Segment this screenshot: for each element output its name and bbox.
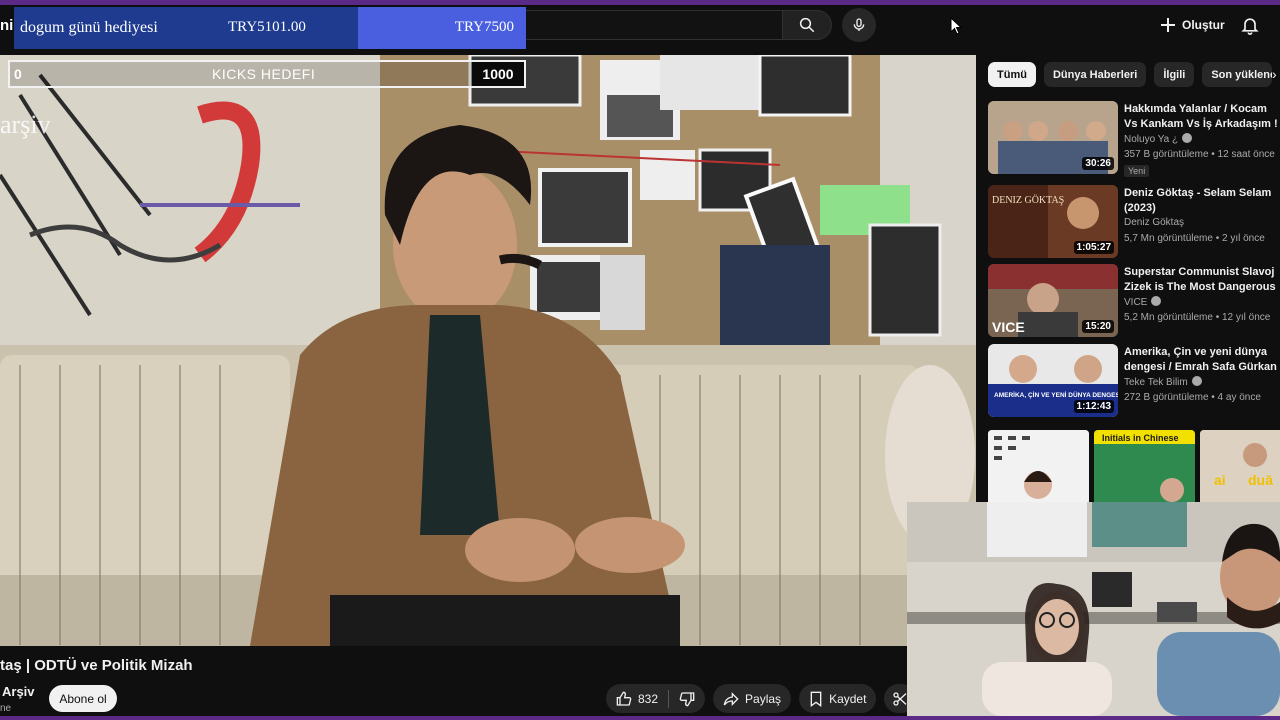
- short-thumbnail[interactable]: [988, 430, 1089, 505]
- dislike-button[interactable]: [669, 684, 705, 713]
- video-meta: 272 B görüntüleme • 4 ay önce: [1124, 392, 1261, 403]
- search-icon: [799, 17, 815, 33]
- video-actions: 832 Paylaş Kaydet: [606, 684, 917, 714]
- channel-name[interactable]: Teke Tek Bilim: [1124, 376, 1202, 388]
- goal-current-amount: TRY5101.00: [228, 19, 306, 35]
- video-title[interactable]: Deniz Göktaş - Selam Selam (2023): [1124, 186, 1280, 216]
- recommendation-item[interactable]: 30:26 Hakkımda Yalanlar / Kocam Vs Kanka…: [988, 101, 1280, 177]
- goal-title: dogum günü hediyesi: [20, 19, 158, 36]
- recommendation-item[interactable]: VICE 15:20 Superstar Communist Slavoj Zi…: [988, 264, 1280, 340]
- channel-label: VICE: [1124, 297, 1148, 308]
- short-image: [988, 430, 1089, 505]
- short-thumbnail[interactable]: Initials in Chinese: [1094, 430, 1195, 505]
- mic-icon: [853, 18, 865, 31]
- search-input[interactable]: [510, 10, 782, 40]
- video-title: taş | ODTÜ ve Politik Mizah: [0, 657, 193, 674]
- webcam-image: [907, 502, 1280, 716]
- goal-target-amount: TRY7500: [454, 19, 514, 35]
- short-thumbnail[interactable]: ai duā: [1200, 430, 1280, 505]
- channel-label: Noluyo Ya ¿: [1124, 134, 1179, 145]
- share-label: Paylaş: [745, 691, 782, 706]
- donation-goal-banner: dogum günü hediyesi TRY5101.00 TRY7500: [14, 7, 526, 49]
- video-meta: 357 B görüntüleme • 12 saat önce: [1124, 149, 1275, 160]
- channel-name[interactable]: VICE: [1124, 296, 1162, 308]
- kicks-goal-bar: 0 KICKS HEDEFI 1000: [8, 60, 526, 88]
- video-duration: 30:26: [1082, 157, 1114, 170]
- video-title[interactable]: Superstar Communist Slavoj Zizek is The …: [1124, 265, 1280, 295]
- kicks-current: 0: [14, 66, 22, 82]
- kicks-max: 1000: [472, 62, 524, 86]
- verified-icon: [1182, 133, 1193, 143]
- video-duration: 1:12:43: [1073, 400, 1114, 413]
- screen: ni Oluştur arşiv dogum günü hediyesi TRY…: [0, 0, 1280, 720]
- verified-icon: [1151, 296, 1162, 306]
- plus-icon: [1161, 18, 1175, 32]
- thumbnail-text: AMERİKA, ÇİN VE YENİ DÜNYA DENGESİ: [994, 390, 1118, 399]
- subscribe-button[interactable]: Abone ol: [49, 685, 117, 712]
- bottom-border: [0, 716, 1280, 720]
- thumbnail-text: VICE: [992, 319, 1025, 335]
- video-duration: 15:20: [1082, 320, 1114, 333]
- share-icon: [723, 691, 739, 706]
- video-title[interactable]: Hakkımda Yalanlar / Kocam Vs Kankam Vs İ…: [1124, 102, 1280, 132]
- short-title: Initials in Chinese: [1102, 433, 1179, 443]
- recommendation-item[interactable]: DENIZ GÖKTAŞ 1:05:27 Deniz Göktaş - Sela…: [988, 185, 1280, 261]
- video-thumbnail[interactable]: DENIZ GÖKTAŞ 1:05:27: [988, 185, 1118, 258]
- create-label: Oluştur: [1182, 18, 1225, 32]
- video-duration: 1:05:27: [1073, 241, 1114, 254]
- thumbs-down-icon: [679, 691, 695, 706]
- like-dislike-group: 832: [606, 684, 706, 713]
- like-count: 832: [638, 691, 659, 706]
- recommendation-item[interactable]: AMERİKA, ÇİN VE YENİ DÜNYA DENGESİ 1:12:…: [988, 344, 1280, 420]
- channel-name[interactable]: Deniz Göktaş: [1124, 217, 1184, 228]
- share-button[interactable]: Paylaş: [713, 684, 792, 713]
- search-button[interactable]: [782, 10, 832, 40]
- thumbnail-text: DENIZ GÖKTAŞ: [992, 194, 1064, 206]
- svg-text:duā: duā: [1248, 472, 1273, 488]
- video-thumbnail[interactable]: VICE 15:20: [988, 264, 1118, 337]
- new-badge: Yeni: [1124, 165, 1150, 177]
- video-frame: arşiv: [0, 55, 976, 646]
- chip-all[interactable]: Tümü: [988, 62, 1036, 87]
- video-player[interactable]: arşiv: [0, 55, 976, 646]
- channel-name[interactable]: Arşiv: [2, 684, 35, 699]
- channel-label: Teke Tek Bilim: [1124, 377, 1188, 388]
- channel-subscribers: ne: [0, 703, 12, 714]
- video-meta: 5,7 Mn görüntüleme • 2 yıl önce: [1124, 233, 1265, 244]
- video-thumbnail[interactable]: 30:26: [988, 101, 1118, 174]
- chip-related[interactable]: İlgili: [1154, 62, 1195, 87]
- mouse-cursor-icon: [950, 17, 962, 35]
- like-button[interactable]: 832: [606, 684, 668, 713]
- bell-icon[interactable]: [1240, 14, 1260, 36]
- logo-fragment[interactable]: ni: [0, 17, 13, 34]
- kicks-label: KICKS HEDEFI: [212, 66, 316, 82]
- voice-search-button[interactable]: [842, 8, 876, 42]
- video-thumbnail[interactable]: AMERİKA, ÇİN VE YENİ DÜNYA DENGESİ 1:12:…: [988, 344, 1118, 417]
- video-meta: 5,2 Mn görüntüleme • 12 yıl önce: [1124, 312, 1271, 323]
- shorts-row: Initials in Chinese ai duā: [988, 430, 1280, 505]
- bookmark-icon: [810, 691, 822, 707]
- chip-world-news[interactable]: Dünya Haberleri: [1043, 62, 1147, 87]
- streamer-webcam: [907, 502, 1280, 716]
- thumbs-up-icon: [616, 691, 632, 706]
- svg-text:ai: ai: [1214, 472, 1226, 488]
- create-button[interactable]: Oluştur: [1150, 9, 1235, 41]
- channel-name[interactable]: Noluyo Ya ¿: [1124, 133, 1193, 145]
- save-label: Kaydet: [829, 691, 867, 706]
- channel-watermark: arşiv: [0, 110, 51, 139]
- save-button[interactable]: Kaydet: [799, 684, 877, 713]
- chip-recent[interactable]: Son yüklenen: [1202, 62, 1273, 87]
- chevron-right-icon[interactable]: ›: [1272, 66, 1277, 82]
- video-title[interactable]: Amerika, Çin ve yeni dünya dengesi / Emr…: [1124, 345, 1280, 375]
- verified-icon: [1191, 376, 1202, 386]
- filter-chips: Tümü Dünya Haberleri İlgili Son yüklenen: [988, 62, 1273, 88]
- short-image: Initials in Chinese: [1094, 430, 1195, 505]
- short-image: ai duā: [1200, 430, 1280, 505]
